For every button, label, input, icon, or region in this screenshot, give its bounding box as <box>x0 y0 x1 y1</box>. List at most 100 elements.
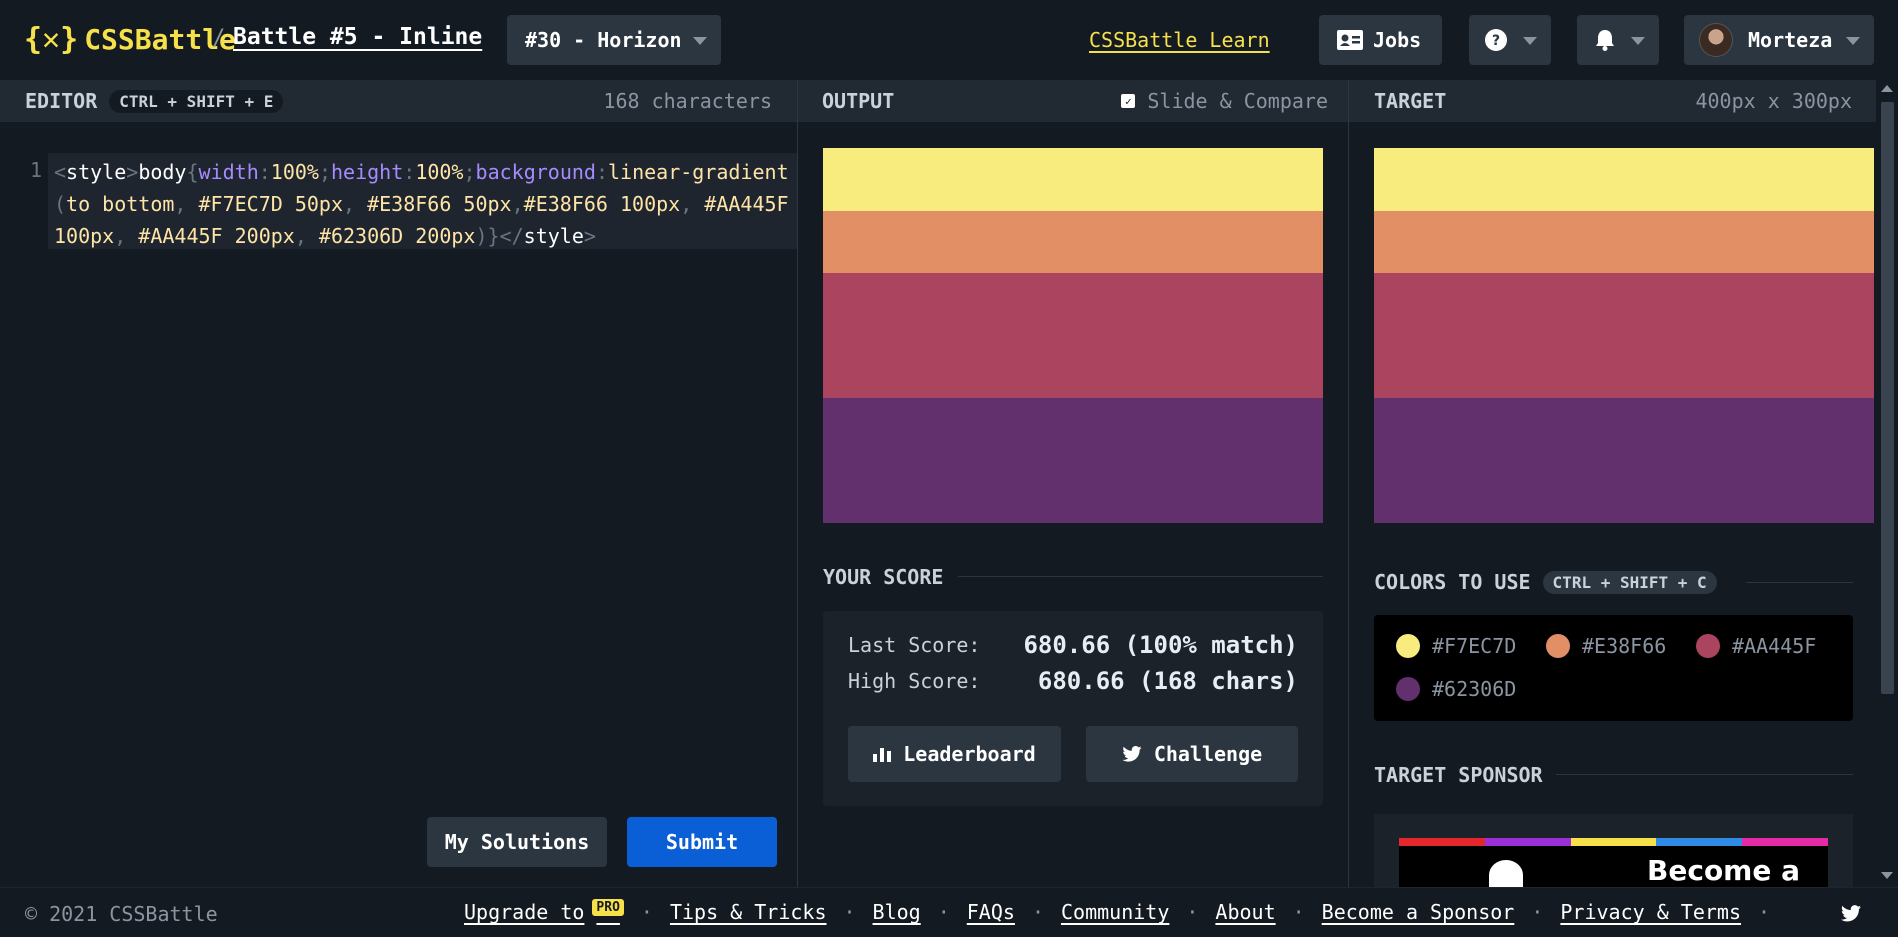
chevron-down-icon <box>1846 37 1860 45</box>
editor-header: EDITOR CTRL + SHIFT + E 168 characters <box>0 80 797 122</box>
stripe <box>1656 838 1743 846</box>
footer-link-community[interactable]: Community <box>1061 900 1169 924</box>
help-menu-button[interactable]: ? <box>1469 15 1551 65</box>
color-swatch[interactable]: #AA445F <box>1696 634 1816 658</box>
user-menu-button[interactable]: Morteza <box>1684 15 1874 65</box>
stripe-2 <box>823 210 1323 273</box>
slide-compare-label: Slide & Compare <box>1147 89 1328 113</box>
code-token: width <box>198 160 259 184</box>
color-label: #E38F66 <box>1582 634 1667 658</box>
avatar <box>1699 23 1733 57</box>
chevron-down-icon <box>693 37 707 45</box>
stripe-4 <box>1374 398 1874 523</box>
footer-links: Upgrade to PRO · Tips & Tricks · Blog · F… <box>464 899 1787 924</box>
stripe <box>1742 838 1828 846</box>
colors-palette: #F7EC7D #E38F66 #AA445F #62306D <box>1374 615 1853 721</box>
footer-separator: · <box>937 900 950 924</box>
footer-separator: · <box>1531 900 1544 924</box>
notifications-button[interactable] <box>1577 15 1659 65</box>
slide-compare-toggle[interactable]: ✓ Slide & Compare <box>1121 89 1328 113</box>
code-token: to bottom <box>66 192 175 216</box>
scroll-up-icon[interactable] <box>1881 85 1893 92</box>
color-label: #AA445F <box>1732 634 1817 658</box>
breadcrumb-separator: / <box>212 26 226 51</box>
leaderboard-button[interactable]: Leaderboard <box>848 726 1061 782</box>
footer-link-upgrade[interactable]: Upgrade to PRO <box>464 899 624 924</box>
code-token: body <box>138 160 187 184</box>
scroll-down-icon[interactable] <box>1881 872 1893 879</box>
scrollbar-thumb[interactable] <box>1881 102 1894 694</box>
bell-icon <box>1596 30 1614 51</box>
code-token: > <box>583 224 596 248</box>
code-token: < <box>54 160 67 184</box>
code-token: ( <box>54 192 67 216</box>
footer-link-privacy[interactable]: Privacy & Terms <box>1560 900 1741 924</box>
color-swatch[interactable]: #62306D <box>1396 677 1516 701</box>
jobs-button[interactable]: Jobs <box>1319 15 1442 65</box>
my-solutions-button[interactable]: My Solutions <box>427 817 607 867</box>
footer-link-tips[interactable]: Tips & Tricks <box>670 900 827 924</box>
code-token: : <box>595 160 608 184</box>
footer-separator: · <box>1031 900 1044 924</box>
footer-separator: · <box>1758 900 1771 924</box>
code-token: : <box>403 160 416 184</box>
top-header: {✕} CSSBattle / Battle #5 - Inline #30 -… <box>0 0 1898 80</box>
stripe-1 <box>823 148 1323 211</box>
color-swatch[interactable]: #E38F66 <box>1546 634 1666 658</box>
sponsor-card[interactable]: Become a <box>1374 814 1853 887</box>
footer-link-faqs[interactable]: FAQs <box>967 900 1015 924</box>
footer-link-sponsor[interactable]: Become a Sponsor <box>1322 900 1515 924</box>
color-dot <box>1546 634 1570 658</box>
color-swatch[interactable]: #F7EC7D <box>1396 634 1516 658</box>
score-card: Last Score: 680.66 (100% match) High Sco… <box>823 611 1323 806</box>
output-preview[interactable] <box>823 148 1323 523</box>
jobs-label: Jobs <box>1373 28 1422 52</box>
twitter-icon[interactable] <box>1841 905 1861 922</box>
code-token: , <box>174 192 187 216</box>
code-token: ; <box>318 160 332 184</box>
last-score-value: 680.66 (100% match) <box>1023 631 1298 659</box>
page-scrollbar[interactable] <box>1876 80 1898 887</box>
stripe-3 <box>1374 273 1874 398</box>
code-token: 100% <box>415 160 464 184</box>
question-icon: ? <box>1485 29 1507 51</box>
sponsor-title: TARGET SPONSOR <box>1374 763 1543 787</box>
challenge-button[interactable]: Challenge <box>1086 726 1298 782</box>
cssbattle-learn-link[interactable]: CSSBattle Learn <box>1089 28 1270 52</box>
color-label: #62306D <box>1432 677 1517 701</box>
sponsor-logo-icon <box>1489 860 1523 887</box>
code-token: , <box>114 224 127 248</box>
code-token: ) <box>475 224 488 248</box>
cssbattle-logo[interactable]: {✕} CSSBattle <box>24 22 236 57</box>
logo-mark: {✕} <box>24 22 79 57</box>
check-icon[interactable]: ✓ <box>1121 94 1136 108</box>
battle-title-link[interactable]: Battle #5 - Inline <box>233 24 482 50</box>
code-token: background <box>475 160 596 184</box>
code-token: ; <box>463 160 476 184</box>
character-count: 168 characters <box>603 89 772 113</box>
target-select-dropdown[interactable]: #30 - Horizon <box>507 15 721 65</box>
target-header: TARGET 400px x 300px <box>1349 80 1898 122</box>
footer-link-blog[interactable]: Blog <box>873 900 921 924</box>
colors-title-text: COLORS TO USE <box>1374 570 1531 594</box>
code-token: linear-gradient <box>608 160 789 184</box>
code-editor[interactable]: <style>body{width:100%;height:100%;backg… <box>54 156 794 252</box>
code-token: , <box>680 192 693 216</box>
twitter-icon <box>1122 746 1142 762</box>
last-score-label: Last Score: <box>848 633 981 657</box>
footer-link-about[interactable]: About <box>1215 900 1275 924</box>
stripe <box>1484 838 1571 846</box>
output-header: OUTPUT ✓ Slide & Compare <box>798 80 1348 122</box>
output-title: OUTPUT <box>822 89 895 113</box>
chevron-down-icon <box>1631 37 1645 45</box>
divider <box>1746 582 1853 583</box>
submit-button[interactable]: Submit <box>627 817 777 867</box>
color-dot <box>1396 677 1420 701</box>
code-token: style <box>66 160 127 184</box>
code-token: #E38F66 100px <box>523 192 681 216</box>
code-token: #F7EC7D 50px <box>186 192 344 216</box>
code-token: , <box>343 192 356 216</box>
footer-separator: · <box>1292 900 1305 924</box>
target-title: TARGET <box>1374 89 1447 113</box>
column-divider <box>1348 80 1349 887</box>
